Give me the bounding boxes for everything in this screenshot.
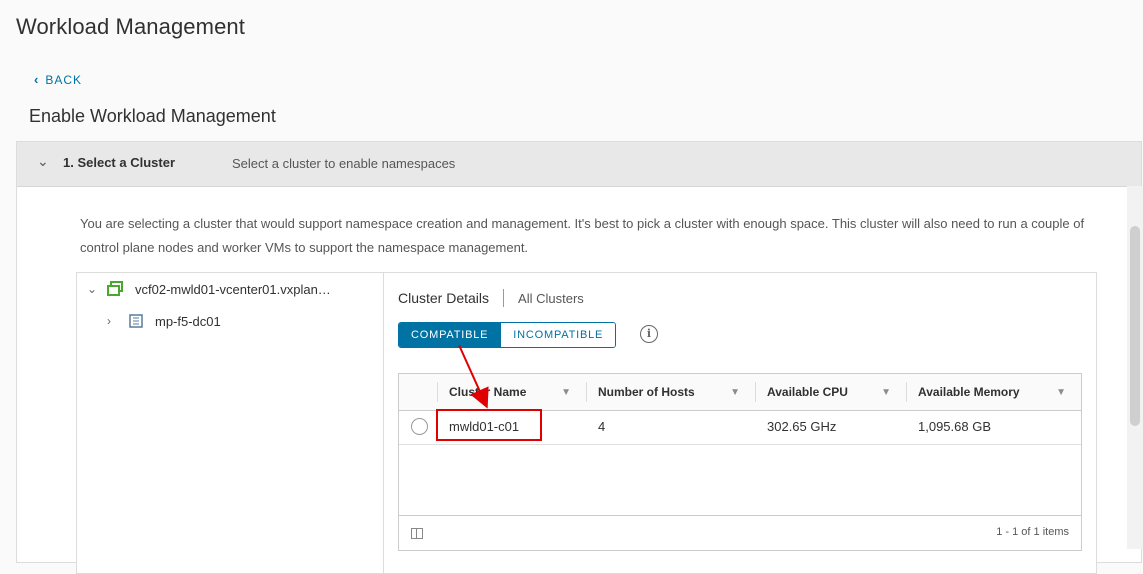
tree-item-label: mp-f5-dc01 (155, 313, 221, 329)
column-separator (437, 382, 438, 402)
column-available-cpu[interactable]: Available CPU ▼ (767, 374, 905, 410)
pagination-text: 1 - 1 of 1 items (996, 526, 1069, 538)
column-label: Number of Hosts (598, 385, 695, 399)
step-header[interactable]: ⌄ 1. Select a Cluster Select a cluster t… (17, 142, 1141, 187)
column-cluster-name[interactable]: Cluster Name ▼ (449, 374, 585, 410)
tree-item-vcenter[interactable]: ⌄ vcf02-mwld01-vcenter01.vxplan… (87, 281, 331, 297)
scrollbar-thumb[interactable] (1130, 226, 1140, 426)
column-separator (755, 382, 756, 402)
filter-icon[interactable]: ▼ (561, 387, 571, 398)
back-label: BACK (45, 72, 83, 87)
back-button[interactable]: ‹ BACK (34, 72, 82, 87)
cell-memory: 1,095.68 GB (918, 419, 991, 434)
wizard-panel: ⌄ 1. Select a Cluster Select a cluster t… (16, 141, 1142, 574)
cluster-details-title: Cluster Details (398, 290, 490, 306)
tree-item-datacenter[interactable]: › mp-f5-dc01 (107, 313, 221, 329)
cell-cpu: 302.65 GHz (767, 419, 837, 434)
tab-compatible[interactable]: COMPATIBLE (399, 323, 501, 347)
tab-incompatible[interactable]: INCOMPATIBLE (500, 323, 616, 347)
chevron-left-icon: ‹ (34, 72, 40, 87)
cluster-grid: Cluster Name ▼ Number of Hosts ▼ Availab… (398, 373, 1082, 551)
row-select-radio[interactable] (411, 418, 428, 435)
column-label: Available Memory (918, 385, 1020, 399)
wizard-title: Enable Workload Management (29, 106, 276, 126)
filter-icon[interactable]: ▼ (1056, 387, 1066, 398)
cell-hosts: 4 (598, 419, 606, 434)
filter-icon[interactable]: ▼ (730, 387, 740, 398)
grid-footer: 1 - 1 of 1 items (399, 515, 1081, 550)
datacenter-icon (129, 314, 143, 328)
step-description: Select a cluster to enable namespaces (232, 156, 456, 171)
compatibility-toggle: COMPATIBLE INCOMPATIBLE (398, 322, 617, 348)
grid-header: Cluster Name ▼ Number of Hosts ▼ Availab… (399, 374, 1081, 411)
filter-icon[interactable]: ▼ (881, 387, 891, 398)
highlight-box (436, 409, 542, 441)
all-clusters-link[interactable]: All Clusters (518, 291, 584, 306)
inventory-tree: ⌄ vcf02-mwld01-vcenter01.vxplan… › mp-f5… (76, 272, 384, 574)
chevron-right-icon[interactable]: › (107, 314, 127, 328)
intro-text: You are selecting a cluster that would s… (80, 216, 1085, 255)
tree-item-label: vcf02-mwld01-vcenter01.vxplan… (135, 281, 331, 297)
chevron-down-icon[interactable]: ⌄ (87, 282, 107, 296)
column-separator (906, 382, 907, 402)
page-scrollbar[interactable] (1127, 186, 1143, 549)
column-label: Cluster Name (449, 385, 527, 399)
vcenter-icon (107, 281, 123, 296)
column-number-of-hosts[interactable]: Number of Hosts ▼ (598, 374, 754, 410)
column-label: Available CPU (767, 385, 848, 399)
column-separator (586, 382, 587, 402)
page-title: Workload Management (16, 14, 245, 39)
step-label: 1. Select a Cluster (63, 155, 175, 170)
chevron-down-icon: ⌄ (37, 153, 49, 169)
divider (503, 289, 505, 307)
column-available-memory[interactable]: Available Memory ▼ (918, 374, 1080, 410)
info-icon[interactable]: i (640, 325, 658, 343)
column-toggle-icon[interactable] (411, 528, 423, 539)
